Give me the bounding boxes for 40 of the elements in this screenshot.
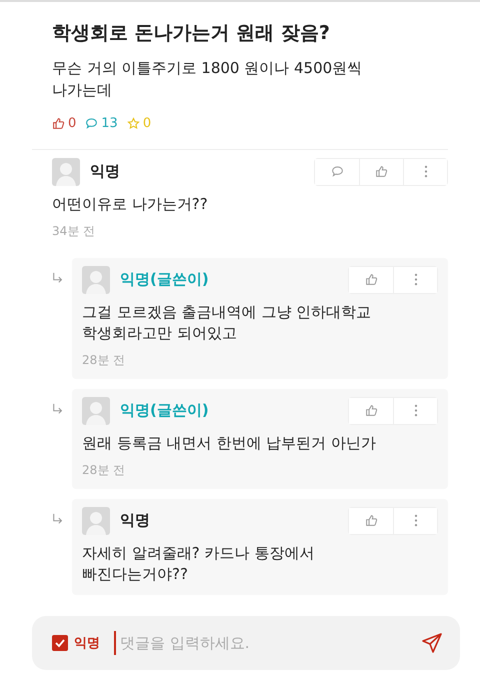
post-body: 무슨 거의 이틀주기로 1800 원이나 4500원씩 나가는데 [52, 58, 364, 101]
comment-text: 원래 등록금 내면서 한번에 납부된거 아닌가 [82, 432, 377, 454]
thumbs-up-icon [364, 514, 378, 527]
comment-author: 익명(글쓴이) [120, 401, 209, 420]
comment-text: 자세히 알려줄래? 카드나 통장에서 빠진다는거야?? [82, 542, 316, 584]
comment-field[interactable]: 익명 댓글을 입력하세요. [32, 616, 460, 670]
thumbs-up-icon [364, 404, 378, 417]
post-title: 학생회로 돈나가는거 원래 잦음? [52, 21, 331, 46]
star-icon [126, 116, 140, 130]
speech-bubble-icon [330, 165, 344, 178]
anonymous-checkbox[interactable] [52, 635, 68, 651]
reply-arrow-icon [52, 402, 64, 414]
more-icon [414, 514, 418, 527]
anonymous-label: 익명 [74, 635, 100, 652]
thumbs-up-icon [364, 273, 378, 286]
speech-bubble-icon [85, 116, 98, 130]
reply-arrow-icon [52, 272, 64, 284]
comment-author: 익명(글쓴이) [120, 270, 209, 289]
thumbs-up-icon [52, 116, 65, 130]
like-count: 0 [68, 116, 76, 130]
comment-text: 어떤이유로 나가는거?? [52, 194, 209, 214]
comment-input[interactable]: 댓글을 입력하세요. [114, 631, 414, 655]
comment-time: 34분 전 [52, 222, 96, 240]
comment-time: 28분 전 [82, 462, 126, 478]
avatar-icon [82, 396, 110, 424]
comment-time: 28분 전 [82, 352, 126, 368]
reply-arrow-icon [52, 512, 64, 524]
more-icon [414, 273, 418, 286]
more-icon [424, 165, 428, 178]
comment-text: 그걸 모르겠음 출금내역에 그냥 인하대학교 학생회라고만 되어있고 [82, 302, 372, 344]
more-icon [414, 404, 418, 417]
comment-author: 익명 [90, 162, 120, 181]
avatar-icon [82, 266, 110, 294]
avatar-icon [82, 506, 110, 534]
comment-count: 13 [101, 116, 118, 130]
scrap-count: 0 [142, 116, 152, 130]
send-icon[interactable] [420, 631, 444, 655]
thumbs-up-icon [375, 165, 388, 178]
avatar-icon [52, 158, 80, 186]
comment-author: 익명 [120, 511, 150, 530]
